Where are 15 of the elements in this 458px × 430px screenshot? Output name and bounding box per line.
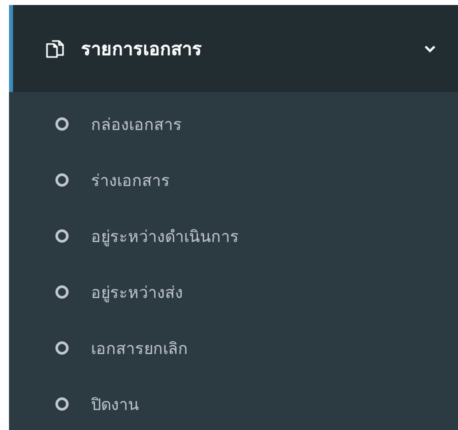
- submenu-item[interactable]: ร่างเอกสาร: [9, 152, 458, 208]
- documents-icon: [45, 38, 65, 58]
- submenu-item[interactable]: กล่องเอกสาร: [9, 96, 458, 152]
- menu-header[interactable]: รายการเอกสาร: [9, 5, 458, 92]
- submenu-item[interactable]: อยู่ระหว่างส่ง: [9, 264, 458, 320]
- submenu-item[interactable]: ปิดงาน: [9, 376, 458, 430]
- circle-icon: [55, 117, 69, 131]
- circle-icon: [55, 229, 69, 243]
- circle-icon: [55, 341, 69, 355]
- submenu-item[interactable]: อยู่ระหว่างดำเนินการ: [9, 208, 458, 264]
- circle-icon: [55, 397, 69, 411]
- circle-icon: [55, 285, 69, 299]
- submenu-item[interactable]: เอกสารยกเลิก: [9, 320, 458, 376]
- chevron-icon: [424, 44, 436, 52]
- circle-icon: [55, 173, 69, 187]
